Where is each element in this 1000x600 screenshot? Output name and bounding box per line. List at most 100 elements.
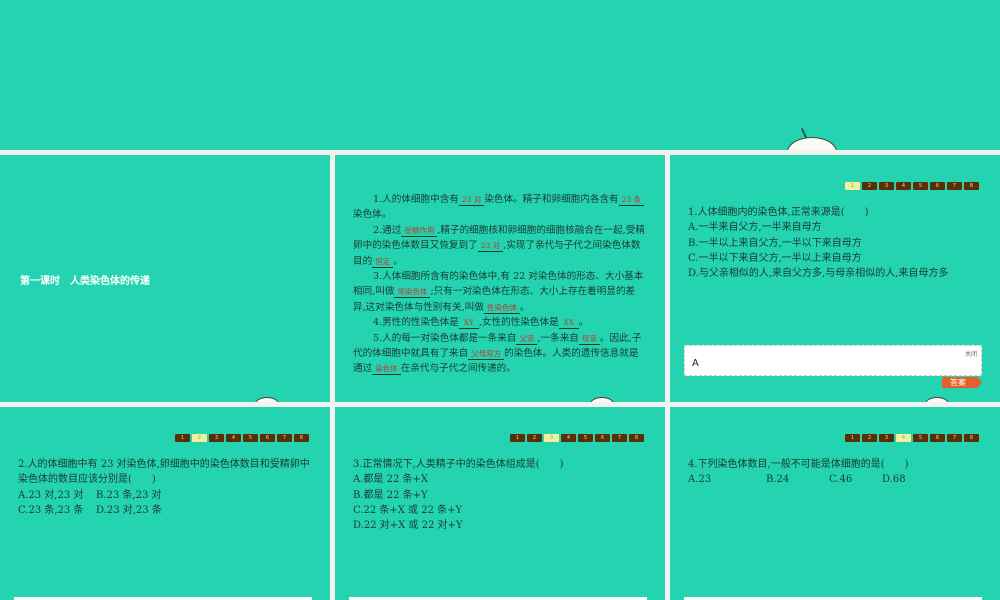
pager-button-7[interactable]: 7 bbox=[947, 182, 962, 190]
pager-button-4[interactable]: 4 bbox=[226, 434, 241, 442]
pager-button-5[interactable]: 5 bbox=[243, 434, 258, 442]
option-row: A.23 对,23 对 B.23 条,23 对 bbox=[18, 488, 318, 503]
pager-button-6[interactable]: 6 bbox=[930, 434, 945, 442]
option: C.46 bbox=[829, 474, 853, 486]
pager-button-8[interactable]: 8 bbox=[964, 434, 979, 442]
pager-button-5[interactable]: 5 bbox=[578, 434, 593, 442]
note-paragraph: 5.人的每一对染色体都是一条来自 父亲 ,一条来自 母亲 。因此,子代的体细胞中就具有了… bbox=[353, 331, 645, 377]
pager-button-5[interactable]: 5 bbox=[913, 182, 928, 190]
note-blank-answer: 父母双方 bbox=[468, 349, 505, 361]
pager-button-8[interactable]: 8 bbox=[294, 434, 309, 442]
note-text: 。 bbox=[393, 255, 403, 267]
note-paragraph: 1.人的体细胞中含有 23 对染色体。精子和卵细胞内各含有 23 条染色体。 bbox=[353, 192, 645, 223]
stem-decoration bbox=[800, 128, 808, 138]
slide-title[interactable]: 第一课时 人类染色体的传递 bbox=[0, 155, 330, 402]
note-blank-answer: 23 条 bbox=[618, 195, 645, 206]
option: A.23 对,23 对 bbox=[18, 489, 84, 501]
question-stem: 4.下列染色体数目,一般不可能是体细胞的是( ) bbox=[688, 459, 909, 470]
note-text: 5.人的每一对染色体都是一条来自 bbox=[373, 332, 517, 344]
note-text: 在亲代与子代之间传递的。 bbox=[400, 363, 516, 375]
pager-button-7[interactable]: 7 bbox=[277, 434, 292, 442]
question-stem: 2.人的体细胞中有 23 对染色体,卵细胞中的染色体数目和受精卵中染色体的数目应… bbox=[18, 459, 310, 486]
note-text: 1.人的体细胞中含有 bbox=[373, 194, 459, 205]
option-row: C.23 条,23 条 D.23 对,23 条 bbox=[18, 503, 318, 518]
pager-button-3[interactable]: 3 bbox=[544, 434, 559, 442]
note-blank-answer: 恒定 bbox=[372, 257, 394, 268]
note-blank-answer: 常染色体 bbox=[394, 287, 431, 299]
note-blank-answer: 父亲 bbox=[516, 334, 538, 345]
note-blank-answer: 母亲 bbox=[578, 334, 600, 345]
note-blank-answer: 23 对 bbox=[458, 195, 485, 206]
slide-question-1[interactable]: 关闭 A 答案 1 2 3 4 5 6 7 8 1.人体细胞内的染色体,正常来源是( ) A.一半… bbox=[670, 155, 1000, 402]
question-block: 2.人的体细胞中有 23 对染色体,卵细胞中的染色体数目和受精卵中染色体的数目应… bbox=[18, 457, 318, 518]
option: D.22 对+X 或 22 对+Y bbox=[353, 520, 463, 532]
pager-button-7[interactable]: 7 bbox=[612, 434, 627, 442]
pager-button-2[interactable]: 2 bbox=[192, 434, 207, 442]
pager-button-8[interactable]: 8 bbox=[629, 434, 644, 442]
note-blank-answer: 染色体 bbox=[372, 364, 401, 376]
pager-button-5[interactable]: 5 bbox=[913, 434, 928, 442]
question-block: 1.人体细胞内的染色体,正常来源是( ) A.一半来自父方,一半来自母方 B.一半以… bbox=[688, 205, 988, 281]
question-pager: 12345678 bbox=[845, 182, 979, 190]
slide-top[interactable] bbox=[0, 0, 1000, 150]
answer-button[interactable]: 答案 bbox=[942, 377, 982, 388]
note-paragraph: 3.人体细胞所含有的染色体中,有 22 对染色体的形态、大小基本相同,叫做 常染色… bbox=[353, 269, 645, 315]
option: A.一半来自父方,一半来自母方 bbox=[688, 222, 822, 234]
option: B.24 bbox=[766, 474, 790, 486]
pager-button-4[interactable]: 4 bbox=[561, 434, 576, 442]
pager-button-3[interactable]: 3 bbox=[209, 434, 224, 442]
note-paragraph: 4.男性的性染色体是 XY ,女性的性染色体是 XX。 bbox=[353, 315, 645, 330]
pager-button-4[interactable]: 4 bbox=[896, 182, 911, 190]
option: D.23 对,23 条 bbox=[96, 504, 162, 516]
note-blank-answer: XX bbox=[558, 318, 579, 330]
option: D.68 bbox=[882, 474, 906, 486]
pager-button-2[interactable]: 2 bbox=[862, 434, 877, 442]
question-pager: 12345678 bbox=[510, 434, 644, 442]
option: A.23 bbox=[688, 474, 712, 486]
note-blank-answer: 受精作用 bbox=[401, 226, 438, 237]
answer-value: A bbox=[692, 358, 699, 369]
note-blank-answer: XY bbox=[458, 318, 479, 330]
pager-button-1[interactable]: 1 bbox=[175, 434, 190, 442]
pager-button-2[interactable]: 2 bbox=[862, 182, 877, 190]
question-block: 4.下列染色体数目,一般不可能是体细胞的是( ) A.23 B.24 C.46 D.68 bbox=[688, 457, 988, 488]
option: B.一半以上来自父方,一半以下来自母方 bbox=[688, 237, 862, 249]
note-text: ,一条来自 bbox=[537, 332, 579, 344]
note-paragraph: 2.通过 受精作用 ,精子的细胞核和卵细胞的细胞核融合在一起,受精卵中的染色体数目又… bbox=[353, 223, 645, 269]
pager-button-3[interactable]: 3 bbox=[879, 182, 894, 190]
note-text: 。 bbox=[578, 317, 589, 329]
note-text: 4.男性的性染色体是 bbox=[373, 317, 459, 329]
pager-button-6[interactable]: 6 bbox=[260, 434, 275, 442]
note-text: 染色体。精子和卵细胞内各含有 bbox=[484, 194, 619, 205]
question-pager: 12345678 bbox=[845, 434, 979, 442]
note-blank-answer: 性染色体 bbox=[483, 303, 520, 314]
slide-notes[interactable]: 1.人的体细胞中含有 23 对染色体。精子和卵细胞内各含有 23 条染色体。 2.通过… bbox=[335, 155, 665, 402]
pager-button-1[interactable]: 1 bbox=[510, 434, 525, 442]
option: A.都是 22 条+X bbox=[353, 474, 428, 486]
slide-question-3[interactable]: 1 2 3 4 5 6 7 8 3.正常情况下,人类精子中的染色体组成是( ) A.都是 22 条… bbox=[335, 407, 665, 600]
pager-button-6[interactable]: 6 bbox=[595, 434, 610, 442]
option: C.22 条+X 或 22 条+Y bbox=[353, 504, 463, 516]
pager-button-3[interactable]: 3 bbox=[879, 434, 894, 442]
pager-button-8[interactable]: 8 bbox=[964, 182, 979, 190]
pager-button-1[interactable]: 1 bbox=[845, 182, 860, 190]
dome-decoration bbox=[787, 137, 837, 150]
question-stem: 1.人体细胞内的染色体,正常来源是( ) bbox=[688, 207, 869, 218]
lesson-title: 第一课时 人类染色体的传递 bbox=[20, 276, 150, 287]
pager-button-7[interactable]: 7 bbox=[947, 434, 962, 442]
close-button[interactable]: 关闭 bbox=[965, 349, 977, 358]
pager-button-4[interactable]: 4 bbox=[896, 434, 911, 442]
pager-button-1[interactable]: 1 bbox=[845, 434, 860, 442]
option: C.23 条,23 条 bbox=[18, 504, 84, 516]
option-row: A.23 B.24 C.46 D.68 bbox=[688, 472, 988, 487]
slide-question-4[interactable]: 1 2 3 4 5 6 7 8 4.下列染色体数目,一般不可能是体细胞的是( ) A.23 B.24… bbox=[670, 407, 1000, 600]
answer-button-label: 答案 bbox=[950, 378, 966, 387]
pager-button-6[interactable]: 6 bbox=[930, 182, 945, 190]
dome-decoration bbox=[255, 397, 279, 402]
question-block: 3.正常情况下,人类精子中的染色体组成是( ) A.都是 22 条+X B.都是 2… bbox=[353, 457, 653, 533]
question-pager: 12345678 bbox=[175, 434, 309, 442]
slide-question-2[interactable]: 1 2 3 4 5 6 7 8 2.人的体细胞中有 23 对染色体,卵细胞中的染色体数目和受精卵… bbox=[0, 407, 330, 600]
dome-decoration bbox=[590, 397, 614, 402]
pager-button-2[interactable]: 2 bbox=[527, 434, 542, 442]
note-text: 2.通过 bbox=[373, 224, 402, 236]
